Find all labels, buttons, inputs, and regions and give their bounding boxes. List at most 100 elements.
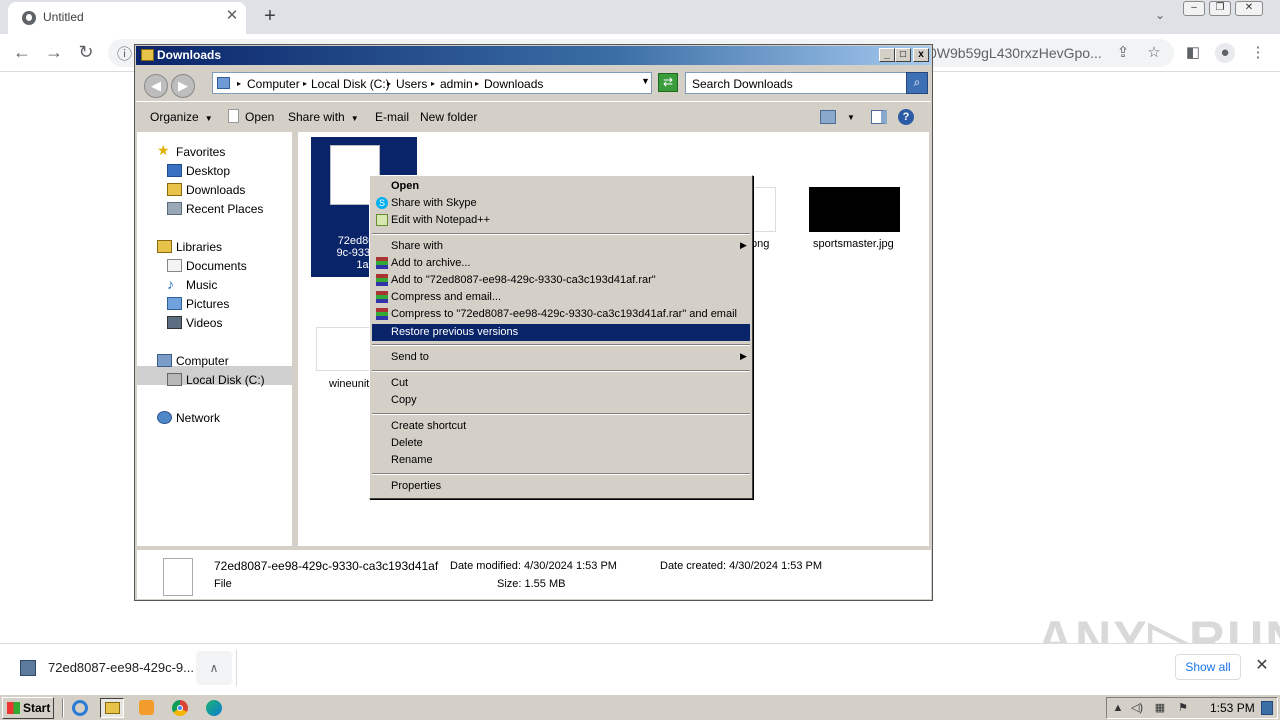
breadcrumb-sep-icon[interactable]: ▸ xyxy=(431,79,435,88)
side-panel-icon[interactable]: ◧ xyxy=(1183,43,1203,63)
menu-delete[interactable]: Delete xyxy=(372,435,750,452)
minimize-button[interactable]: – xyxy=(1183,1,1205,16)
nav-music[interactable]: Music xyxy=(186,278,217,292)
breadcrumb-sep-icon[interactable]: ▸ xyxy=(303,79,307,88)
tab-close-button[interactable]: ✕ xyxy=(223,7,241,25)
open-button[interactable]: Open xyxy=(245,110,274,124)
download-bar-close-button[interactable]: ✕ xyxy=(1252,656,1272,676)
change-view-icon[interactable] xyxy=(820,110,836,124)
nav-computer[interactable]: Computer xyxy=(176,354,229,368)
menu-add-rar[interactable]: Add to "72ed8087-ee98-429c-9330-ca3c193d… xyxy=(372,272,750,289)
nav-libraries[interactable]: Libraries xyxy=(176,240,222,254)
site-info-icon[interactable]: ⓘ xyxy=(117,43,132,64)
start-button[interactable]: Start xyxy=(2,697,54,719)
volume-icon[interactable]: ◁) xyxy=(1130,701,1144,715)
wineunit-file-label[interactable]: wineunit xyxy=(329,378,369,390)
show-desktop-icon[interactable] xyxy=(1261,701,1273,715)
back-button[interactable]: ← xyxy=(9,41,35,65)
action-center-flag-icon[interactable]: ⚑ xyxy=(1176,701,1190,715)
explorer-forward-button[interactable]: ▶ xyxy=(171,74,195,98)
address-row: ◀ ▶ ▸ Computer ▸ Local Disk (C:) ▸ Users… xyxy=(136,66,931,101)
network-tray-icon[interactable]: ▦ xyxy=(1153,701,1167,715)
menu-compress-rar-email[interactable]: Compress to "72ed8087-ee98-429c-9330-ca3… xyxy=(372,306,750,323)
explorer-taskbar-icon[interactable] xyxy=(100,698,124,718)
chrome-menu-icon[interactable]: ⋮ xyxy=(1248,43,1268,63)
address-dropdown-icon[interactable]: ▼ xyxy=(641,76,650,86)
nav-local-disk[interactable]: Local Disk (C:) xyxy=(186,373,265,387)
menu-edit-notepad[interactable]: Edit with Notepad++ xyxy=(372,212,750,229)
menu-share-with[interactable]: Share with ▶ xyxy=(372,238,750,255)
explorer-back-button[interactable]: ◀ xyxy=(144,74,168,98)
wineunit-thumbnail[interactable] xyxy=(316,327,372,371)
nav-downloads[interactable]: Downloads xyxy=(186,183,245,197)
menu-rename[interactable]: Rename xyxy=(372,452,750,469)
tray-expand-icon[interactable]: ▲ xyxy=(1111,701,1125,715)
forward-button[interactable]: → xyxy=(41,41,67,65)
chrome-taskbar-icon[interactable] xyxy=(168,698,192,718)
menu-share-skype[interactable]: S Share with Skype xyxy=(372,195,750,212)
tab-search-chevron-icon[interactable]: ⌄ xyxy=(1150,8,1170,26)
explorer-maximize-button[interactable]: □ xyxy=(895,48,911,62)
share-icon[interactable]: ⇪ xyxy=(1113,43,1133,63)
email-button[interactable]: E-mail xyxy=(375,110,409,124)
organize-button[interactable]: Organize ▼ xyxy=(150,110,213,124)
breadcrumb-sep-icon[interactable]: ▸ xyxy=(475,79,479,88)
download-item-name[interactable]: 72ed8087-ee98-429c-9... xyxy=(48,660,194,675)
internet-explorer-icon[interactable] xyxy=(68,698,92,718)
nav-pictures[interactable]: Pictures xyxy=(186,297,229,311)
show-all-button[interactable]: Show all xyxy=(1175,654,1241,680)
menu-share-skype-label: Share with Skype xyxy=(391,197,477,209)
menu-add-rar-label: Add to "72ed8087-ee98-429c-9330-ca3c193d… xyxy=(391,274,656,286)
nav-desktop[interactable]: Desktop xyxy=(186,164,230,178)
explorer-close-button[interactable]: x xyxy=(913,48,929,62)
details-pane: 72ed8087-ee98-429c-9330-ca3c193d41af Dat… xyxy=(137,546,931,599)
menu-create-shortcut[interactable]: Create shortcut xyxy=(372,418,750,435)
media-player-icon[interactable] xyxy=(134,698,158,718)
download-options-chevron-icon[interactable]: ∧ xyxy=(196,651,232,685)
refresh-icon[interactable]: ⇄ xyxy=(658,73,678,92)
details-filename: 72ed8087-ee98-429c-9330-ca3c193d41af xyxy=(214,559,439,573)
view-dropdown-icon[interactable]: ▼ xyxy=(847,113,855,122)
menu-compress-email[interactable]: Compress and email... xyxy=(372,289,750,306)
taskbar-clock[interactable]: 1:53 PM xyxy=(1210,701,1255,715)
menu-properties[interactable]: Properties xyxy=(372,478,750,495)
menu-restore-versions[interactable]: Restore previous versions xyxy=(372,324,750,341)
nav-favorites[interactable]: Favorites xyxy=(176,145,225,159)
breadcrumb-sep-icon[interactable]: ▸ xyxy=(387,79,391,88)
nav-documents[interactable]: Documents xyxy=(186,259,247,273)
search-icon[interactable]: ⌕ xyxy=(906,72,928,94)
sportsmaster-thumbnail[interactable] xyxy=(809,187,900,232)
sportsmaster-file-label[interactable]: sportsmaster.jpg xyxy=(813,238,894,250)
reload-button[interactable]: ↻ xyxy=(73,41,99,65)
menu-cut[interactable]: Cut xyxy=(372,375,750,392)
explorer-titlebar[interactable]: Downloads _ □ x xyxy=(136,46,931,65)
nav-videos[interactable]: Videos xyxy=(186,316,222,330)
help-icon[interactable]: ? xyxy=(898,109,914,125)
close-window-button[interactable]: ✕ xyxy=(1235,1,1263,16)
breadcrumb-users[interactable]: Users xyxy=(396,77,427,91)
documents-icon xyxy=(167,259,182,272)
share-with-button[interactable]: Share with ▼ xyxy=(288,110,359,124)
profile-avatar-icon[interactable]: ● xyxy=(1215,43,1235,63)
nav-network[interactable]: Network xyxy=(176,411,220,425)
new-folder-button[interactable]: New folder xyxy=(420,110,477,124)
restore-button[interactable]: ❐ xyxy=(1209,1,1231,16)
bookmark-star-icon[interactable]: ☆ xyxy=(1144,43,1164,63)
explorer-minimize-button[interactable]: _ xyxy=(879,48,895,62)
menu-send-to[interactable]: Send to ▶ xyxy=(372,349,750,366)
explorer-address-bar[interactable]: ▸ Computer ▸ Local Disk (C:) ▸ Users ▸ a… xyxy=(212,72,652,94)
edge-icon[interactable] xyxy=(202,698,226,718)
new-tab-button[interactable]: + xyxy=(258,5,282,29)
nav-recent-places[interactable]: Recent Places xyxy=(186,202,263,216)
search-downloads-input[interactable]: Search Downloads xyxy=(685,72,907,94)
breadcrumb-local-disk[interactable]: Local Disk (C:) xyxy=(311,77,390,91)
menu-copy[interactable]: Copy xyxy=(372,392,750,409)
menu-add-archive[interactable]: Add to archive... xyxy=(372,255,750,272)
menu-open[interactable]: Open xyxy=(372,178,750,195)
breadcrumb-downloads[interactable]: Downloads xyxy=(484,77,543,91)
browser-tab[interactable]: Untitled ✕ xyxy=(8,2,246,34)
preview-pane-icon[interactable] xyxy=(871,110,887,124)
breadcrumb-admin[interactable]: admin xyxy=(440,77,473,91)
url-text[interactable]: 0W9b59gL430rxzHevGpo... xyxy=(929,45,1102,61)
breadcrumb-computer[interactable]: Computer xyxy=(247,77,300,91)
